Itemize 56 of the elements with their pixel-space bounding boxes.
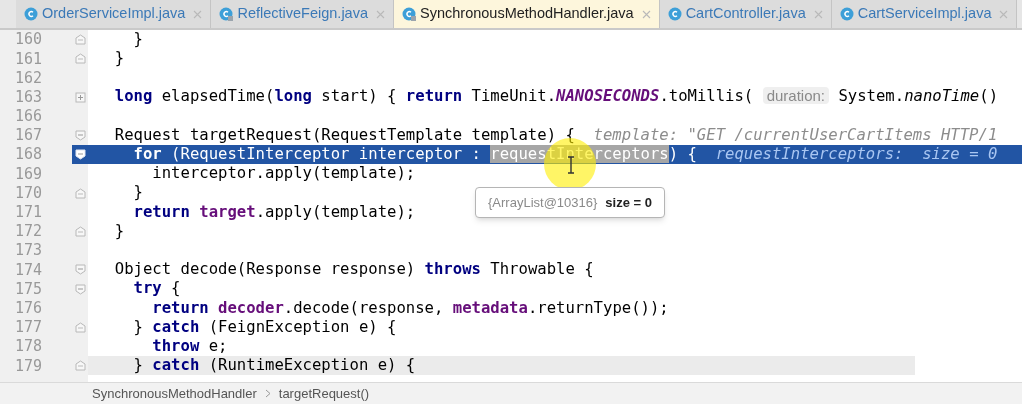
line-number: 175 [13,278,42,300]
close-icon[interactable] [813,9,823,19]
code-line: } [132,30,143,50]
line-number: 177 [13,317,42,339]
editor-tab[interactable]: CartController.java [659,0,832,28]
editor-tab[interactable]: ReflectiveFeign.java [211,0,394,28]
line-number: 163 [13,86,42,108]
code-line: try { [132,278,181,300]
code-line: } catch (RuntimeException e) { [132,355,416,377]
close-icon[interactable] [641,9,651,19]
line-number: 179 [13,355,42,377]
code-line: } [113,220,125,242]
editor-tab[interactable]: OrderServiceImpl.java [16,0,212,28]
line-number: 160 [13,30,42,51]
close-icon[interactable] [376,9,385,19]
fold-marker-icon[interactable] [74,187,86,199]
line-number: 170 [13,182,42,204]
fold-marker-icon[interactable] [74,264,86,276]
code-line: return target.apply(template); [132,201,416,223]
line-number: 168 [13,144,42,166]
code-line: return decoder.decode(response, metadata.returnType()); [151,297,669,319]
line-number: 173 [13,240,42,262]
code-line: } catch (FeignException e) { [132,316,397,338]
chevron-icon [264,389,271,398]
fold-marker-icon[interactable] [74,34,86,46]
fold-marker-icon[interactable] [74,360,86,372]
fold-marker-icon[interactable] [74,53,86,65]
line-number: 171 [13,202,42,224]
fold-marker-icon[interactable] [74,225,86,237]
line-number: 174 [13,259,42,281]
line-number: 176 [13,297,42,319]
fold-marker-icon[interactable] [74,321,86,333]
code-line: throw e; [151,335,228,357]
line-number: 172 [13,221,42,243]
tooltip-type: {ArrayList@10316} [488,193,598,212]
fold-marker-icon[interactable] [74,283,86,295]
editor-tab[interactable]: CartServiceImpl.java [831,0,1018,28]
code-line: } [113,48,125,70]
fold-marker-icon[interactable] [74,130,86,142]
line-number: 161 [13,48,42,70]
breadcrumb-item[interactable]: targetRequest() [278,383,370,404]
line-number: 167 [13,125,42,147]
close-icon[interactable] [999,9,1009,19]
expand-marker-icon[interactable] [74,91,86,103]
line-number: 169 [13,163,42,185]
line-number: 166 [13,106,42,128]
line-number: 178 [13,336,42,358]
code-line: interceptor.apply(template); [151,163,416,185]
code-line: Object decode(Response response) throws Throwable { [113,259,594,281]
close-icon[interactable] [193,9,203,19]
tooltip-value: size = 0 [605,193,652,212]
line-number: 162 [13,67,42,89]
editor-tab[interactable]: SynchronousMethodHandler.java [394,0,660,28]
code-line: } [132,182,143,204]
breadcrumb-item[interactable]: SynchronousMethodHandler [92,383,257,404]
code-line: long elapsedTime(long start) { return TimeUnit.NANOSECONDS.toMillis( duration: System.nanoTime() [113,86,999,108]
